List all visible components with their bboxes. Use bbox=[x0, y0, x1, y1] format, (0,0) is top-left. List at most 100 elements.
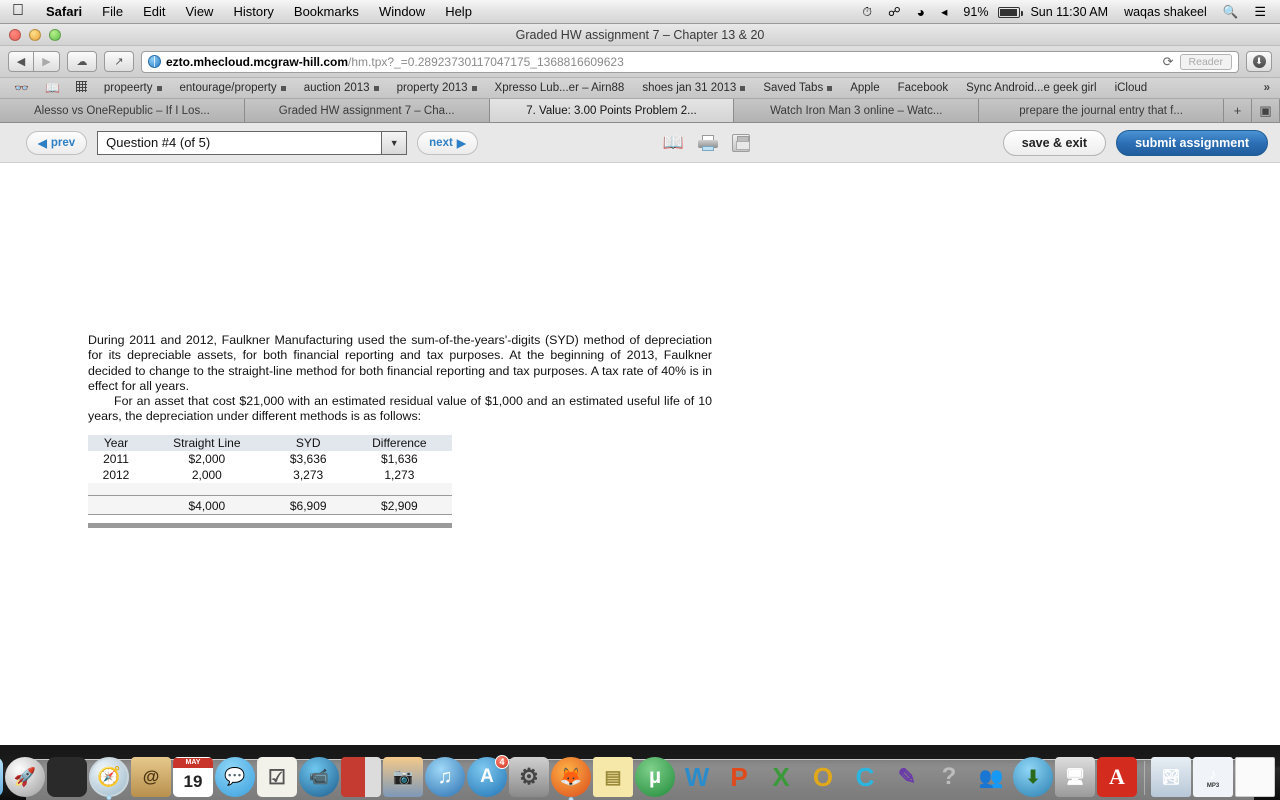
dock-icon-firefox[interactable] bbox=[551, 757, 591, 800]
icloud-tabs-icon[interactable]: ☁ bbox=[67, 51, 97, 72]
battery-icon[interactable] bbox=[998, 6, 1024, 18]
menu-bar-status-items: ⏱ ☍ ◕ ◂ 91% Sun 11:30 AM waqas shakeel 🔍… bbox=[854, 0, 1274, 24]
dock-icon-facetime[interactable] bbox=[299, 757, 339, 797]
reload-icon[interactable]: ⟳ bbox=[1163, 54, 1174, 70]
dock-icon-microsoft-word[interactable]: W bbox=[677, 757, 717, 797]
dock-icon-window-file[interactable] bbox=[1235, 757, 1275, 797]
tab-alesso-vs-onerepublic[interactable]: Alesso vs OneRepublic – If I Los... bbox=[0, 99, 245, 122]
mp3-label: MP3 bbox=[1206, 782, 1220, 789]
dock-icon-photo-booth[interactable] bbox=[341, 757, 381, 797]
downloads-button[interactable]: ⬇ bbox=[1246, 51, 1272, 72]
dock-icon-calendar[interactable]: MAY 19 bbox=[173, 757, 213, 797]
bookmark-xpresso-lub[interactable]: Xpresso Lub...er – Airn88 bbox=[486, 82, 634, 94]
menu-item-bookmarks[interactable]: Bookmarks bbox=[284, 0, 369, 24]
bookmarks-overflow-chevron-icon[interactable]: » bbox=[1260, 82, 1274, 94]
dock-icon-messages[interactable] bbox=[215, 757, 255, 797]
dock-icon-stickies-notes[interactable] bbox=[593, 757, 633, 797]
cell-total-difference: $2,909 bbox=[346, 494, 452, 514]
bookmark-icloud[interactable]: iCloud bbox=[1106, 82, 1157, 94]
dock-icon-system-preferences[interactable] bbox=[509, 757, 549, 797]
dock-icon-microsoft-powerpoint[interactable]: P bbox=[719, 757, 759, 797]
user-name-label[interactable]: waqas shakeel bbox=[1116, 0, 1215, 24]
dock-icon-document-file[interactable] bbox=[1151, 757, 1191, 797]
dock-icon-safari[interactable] bbox=[89, 757, 129, 800]
share-icon[interactable]: ↗ bbox=[104, 51, 134, 72]
tab-value-3-points-problem[interactable]: 7. Value: 3.00 Points Problem 2... bbox=[489, 99, 735, 122]
tab-overview-icon[interactable]: ▣ bbox=[1251, 99, 1280, 122]
bookmark-apple[interactable]: Apple bbox=[841, 82, 888, 94]
tab-graded-hw-assignment-7[interactable]: Graded HW assignment 7 – Cha... bbox=[244, 99, 490, 122]
bookmark-property-2013[interactable]: property 2013 bbox=[388, 82, 486, 94]
bookmark-facebook[interactable]: Facebook bbox=[889, 82, 958, 94]
dock-icon-itunes[interactable] bbox=[425, 757, 465, 797]
folder-marker-icon bbox=[471, 85, 477, 91]
dock-icon-microsoft-onenote[interactable]: ✎ bbox=[887, 757, 927, 797]
bookmark-entourage-property[interactable]: entourage/property bbox=[171, 82, 295, 94]
dock-icon-microsoft-excel[interactable]: X bbox=[761, 757, 801, 797]
dock-icon-microsoft-outlook[interactable]: O bbox=[803, 757, 843, 797]
ebook-icon[interactable]: 📖 bbox=[663, 133, 684, 153]
menu-item-edit[interactable]: Edit bbox=[133, 0, 175, 24]
tab-prepare-journal-entry[interactable]: prepare the journal entry that f... bbox=[979, 99, 1224, 122]
dock-icon-mail[interactable] bbox=[131, 757, 171, 797]
dock-icon-mission-control[interactable] bbox=[47, 757, 87, 797]
volume-icon[interactable]: ◂ bbox=[933, 0, 955, 24]
table-spacer-row bbox=[88, 483, 452, 495]
prev-question-button[interactable]: ◀ prev bbox=[26, 130, 88, 155]
forward-button[interactable]: ▶ bbox=[34, 51, 60, 72]
back-button[interactable]: ◀ bbox=[8, 51, 34, 72]
menu-item-file[interactable]: File bbox=[92, 0, 133, 24]
new-tab-button[interactable]: + bbox=[1223, 99, 1252, 122]
bookmark-propeerty[interactable]: propeerty bbox=[95, 82, 171, 94]
wifi-icon[interactable]: ◕ bbox=[909, 0, 933, 24]
book-icon[interactable]: 📖 bbox=[37, 81, 68, 95]
safari-window: Graded HW assignment 7 – Chapter 13 & 20… bbox=[0, 24, 1280, 539]
chevron-down-icon[interactable]: ▼ bbox=[381, 131, 407, 154]
submit-assignment-button[interactable]: submit assignment bbox=[1116, 129, 1268, 156]
menu-item-history[interactable]: History bbox=[223, 0, 283, 24]
save-and-exit-button[interactable]: save & exit bbox=[1002, 129, 1107, 156]
menu-item-help[interactable]: Help bbox=[435, 0, 482, 24]
bookmark-shoes-jan-31-2013[interactable]: shoes jan 31 2013 bbox=[633, 82, 754, 94]
mac-menu-bar:  Safari File Edit View History Bookmark… bbox=[0, 0, 1280, 24]
clock-label[interactable]: Sun 11:30 AM bbox=[1022, 0, 1116, 24]
time-machine-icon[interactable]: ⏱ bbox=[854, 0, 880, 24]
apple-logo-icon[interactable]:  bbox=[8, 2, 36, 21]
dock-icon-launchpad[interactable] bbox=[5, 757, 45, 797]
reader-button[interactable]: Reader bbox=[1179, 53, 1232, 70]
menu-item-safari[interactable]: Safari bbox=[36, 0, 92, 24]
bookmark-sync-android[interactable]: Sync Android...e geek girl bbox=[957, 82, 1105, 94]
cell-total-syd: $6,909 bbox=[269, 494, 347, 514]
dock-icon-remote-desktop[interactable] bbox=[1055, 757, 1095, 797]
dock-icon-app-store[interactable]: 4 bbox=[467, 755, 509, 797]
spotlight-search-icon[interactable]: 🔍 bbox=[1215, 0, 1247, 24]
cell-total-straight-line: $4,000 bbox=[144, 494, 270, 514]
bluetooth-icon[interactable]: ☍ bbox=[880, 0, 909, 24]
bookmark-saved-tabs[interactable]: Saved Tabs bbox=[754, 82, 841, 94]
save-icon[interactable] bbox=[731, 133, 750, 152]
dock-icon-iphoto[interactable] bbox=[383, 757, 423, 797]
dock-icon-help-viewer[interactable]: ? bbox=[929, 757, 969, 797]
next-question-button[interactable]: next ▶ bbox=[417, 130, 478, 155]
dock-icon-utorrent[interactable] bbox=[635, 757, 675, 797]
dock-icon-reminders[interactable] bbox=[257, 757, 297, 797]
reading-glasses-icon[interactable]: 👓 bbox=[6, 81, 37, 95]
dock-icon-msn-messenger[interactable] bbox=[971, 757, 1011, 797]
menu-item-window[interactable]: Window bbox=[369, 0, 435, 24]
question-select[interactable]: Question #4 (of 5) ▼ bbox=[97, 130, 408, 155]
folder-marker-icon bbox=[280, 85, 286, 91]
dock-icon-mp3-file[interactable]: ♪ MP3 bbox=[1193, 757, 1233, 797]
print-icon[interactable] bbox=[697, 134, 718, 151]
top-sites-grid-icon[interactable] bbox=[68, 81, 95, 95]
dock-icon-microsoft-communicator[interactable]: C bbox=[845, 757, 885, 797]
tab-watch-iron-man-3[interactable]: Watch Iron Man 3 online – Watc... bbox=[734, 99, 980, 122]
dock-icon-download-manager[interactable] bbox=[1013, 757, 1053, 797]
notification-center-icon[interactable]: ☰ bbox=[1246, 0, 1274, 24]
question-paragraph-1: During 2011 and 2012, Faulkner Manufactu… bbox=[88, 333, 712, 393]
dock-icon-adobe-acrobat[interactable] bbox=[1097, 757, 1137, 797]
menu-item-view[interactable]: View bbox=[176, 0, 224, 24]
address-bar[interactable]: ezto.mhecloud.mcgraw-hill.com/hm.tpx?_=0… bbox=[141, 50, 1239, 73]
url-path-text: /hm.tpx?_=0.28923730117047175_1368816609… bbox=[348, 54, 624, 69]
dock-icon-finder[interactable] bbox=[0, 757, 3, 797]
bookmark-auction-2013[interactable]: auction 2013 bbox=[295, 82, 388, 94]
